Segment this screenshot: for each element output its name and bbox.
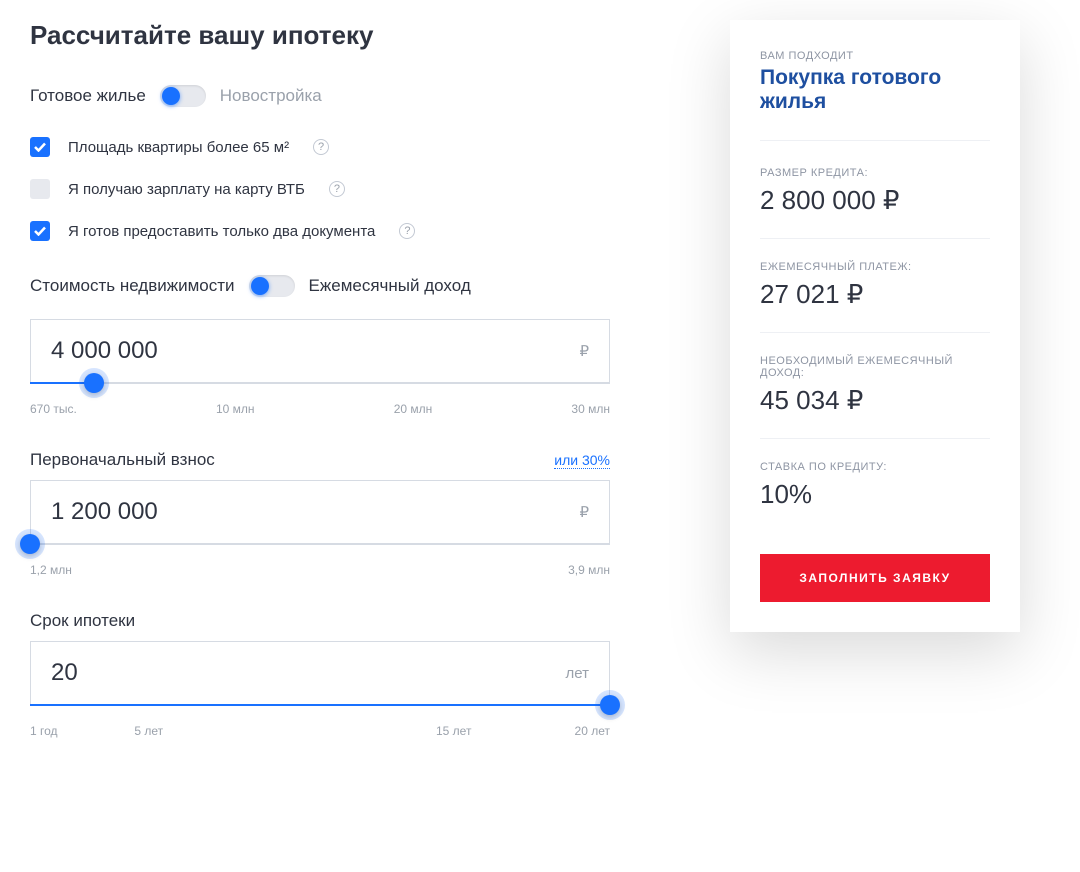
housing-toggle-right[interactable]: Новостройка	[220, 86, 322, 106]
term-label: Срок ипотеки	[30, 611, 135, 631]
summary-card: ВАМ ПОДХОДИТ Покупка готового жилья РАЗМ…	[730, 20, 1020, 632]
basis-toggle-switch[interactable]	[249, 275, 295, 297]
down-slider-block: Первоначальный взнос или 30% 1 200 000 ₽…	[30, 450, 610, 577]
basis-toggle-right[interactable]: Ежемесячный доход	[309, 276, 471, 296]
basis-toggle-left[interactable]: Стоимость недвижимости	[30, 276, 235, 296]
term-unit: лет	[566, 665, 589, 682]
term-tick: 5 лет	[134, 724, 436, 738]
checkbox-two-docs-label: Я готов предоставить только два документ…	[68, 223, 375, 240]
price-track[interactable]	[30, 382, 610, 384]
summary-loan-value: 2 800 000 ₽	[760, 185, 990, 216]
term-tick: 1 год	[30, 724, 134, 738]
help-icon[interactable]: ?	[329, 181, 345, 197]
term-tick: 15 лет	[436, 724, 552, 738]
down-input[interactable]: 1 200 000 ₽	[30, 480, 610, 544]
price-value: 4 000 000	[51, 337, 579, 365]
down-track[interactable]	[30, 543, 610, 545]
housing-type-toggle: Готовое жилье Новостройка	[30, 85, 610, 107]
summary-income-label: НЕОБХОДИМЫЙ ЕЖЕМЕСЯЧНЫЙ ДОХОД:	[760, 355, 990, 379]
term-input[interactable]: 20 лет	[30, 641, 610, 705]
down-value: 1 200 000	[51, 498, 579, 526]
summary-fit-value: Покупка готового жилья	[760, 66, 990, 141]
summary-rate-value: 10%	[760, 479, 990, 510]
price-tick: 30 млн	[571, 402, 610, 416]
price-tick: 670 тыс.	[30, 402, 77, 416]
price-tick: 10 млн	[216, 402, 255, 416]
down-tick: 3,9 млн	[568, 563, 610, 577]
term-handle[interactable]	[600, 695, 620, 715]
checkbox-two-docs[interactable]	[30, 221, 50, 241]
down-percent-link[interactable]: или 30%	[554, 452, 610, 469]
page-heading: Рассчитайте вашу ипотеку	[30, 20, 610, 51]
checkbox-area-label: Площадь квартиры более 65 м²	[68, 139, 289, 156]
down-label: Первоначальный взнос	[30, 450, 215, 470]
housing-toggle-left[interactable]: Готовое жилье	[30, 86, 146, 106]
term-slider-block: Срок ипотеки 20 лет 1 год 5 лет 15 лет 2…	[30, 611, 610, 738]
checkbox-salary[interactable]	[30, 179, 50, 199]
down-unit: ₽	[579, 503, 589, 521]
down-handle[interactable]	[20, 534, 40, 554]
checkbox-area[interactable]	[30, 137, 50, 157]
term-tick: 20 лет	[552, 724, 610, 738]
summary-income-value: 45 034 ₽	[760, 385, 990, 416]
help-icon[interactable]: ?	[313, 139, 329, 155]
summary-monthly-value: 27 021 ₽	[760, 279, 990, 310]
price-input[interactable]: 4 000 000 ₽	[30, 319, 610, 383]
housing-toggle-switch[interactable]	[160, 85, 206, 107]
check-icon	[34, 142, 46, 152]
price-unit: ₽	[579, 342, 589, 360]
price-slider-block: 4 000 000 ₽ 670 тыс. 10 млн 20 млн 30 мл…	[30, 319, 610, 416]
summary-loan-label: РАЗМЕР КРЕДИТА:	[760, 167, 990, 179]
down-tick: 1,2 млн	[30, 563, 72, 577]
summary-rate-label: СТАВКА ПО КРЕДИТУ:	[760, 461, 990, 473]
summary-monthly-label: ЕЖЕМЕСЯЧНЫЙ ПЛАТЕЖ:	[760, 261, 990, 273]
term-value: 20	[51, 659, 566, 687]
basis-toggle: Стоимость недвижимости Ежемесячный доход	[30, 275, 610, 297]
term-track[interactable]	[30, 704, 610, 706]
submit-button[interactable]: ЗАПОЛНИТЬ ЗАЯВКУ	[760, 554, 990, 602]
check-icon	[34, 226, 46, 236]
price-tick: 20 млн	[394, 402, 433, 416]
price-handle[interactable]	[84, 373, 104, 393]
checkbox-salary-label: Я получаю зарплату на карту ВТБ	[68, 181, 305, 198]
summary-fit-label: ВАМ ПОДХОДИТ	[760, 50, 990, 62]
help-icon[interactable]: ?	[399, 223, 415, 239]
